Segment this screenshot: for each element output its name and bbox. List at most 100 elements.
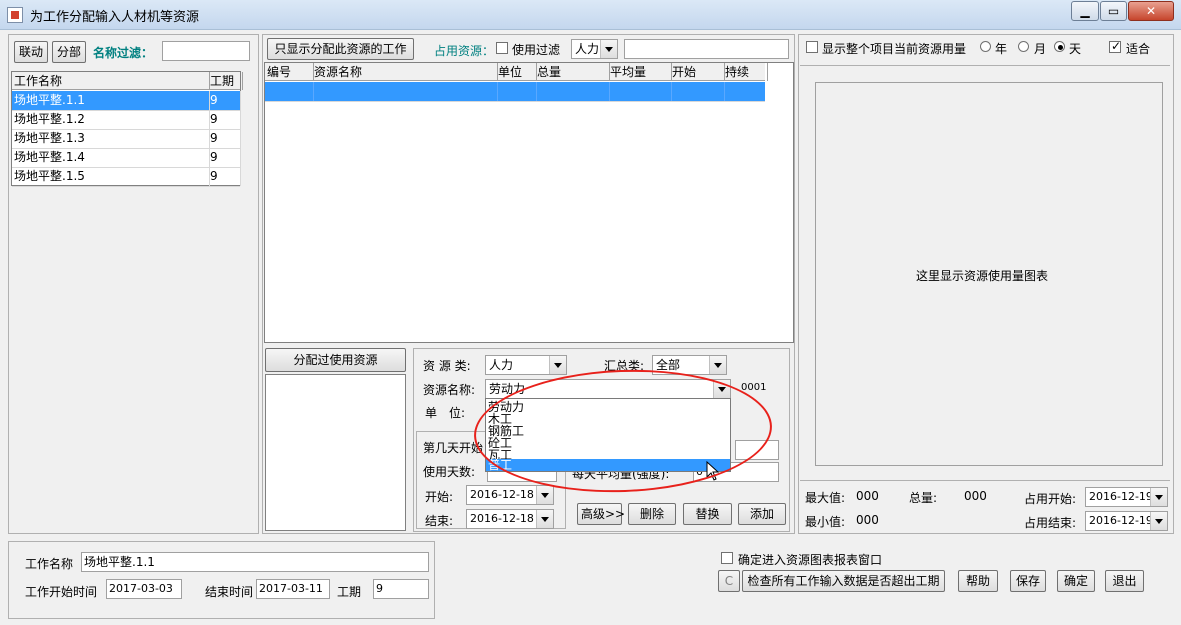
maximize-button[interactable]: ▭ <box>1100 1 1127 21</box>
show-whole-project-checkbox[interactable] <box>806 41 818 53</box>
table-row[interactable]: 场地平整.1.2 9 <box>12 110 241 130</box>
work-name-cell: 场地平整.1.1 <box>12 91 210 110</box>
work-name-cell: 场地平整.1.4 <box>12 148 210 167</box>
column-header-work-name[interactable]: 工作名称 <box>12 72 210 90</box>
work-list-header: 工作名称 工期 <box>12 72 243 90</box>
table-row[interactable] <box>265 82 765 102</box>
column-header-duration[interactable]: 持续 <box>723 63 768 81</box>
work-start-time-input[interactable]: 2017-03-03 <box>106 579 182 599</box>
work-name-cell: 场地平整.1.2 <box>12 110 210 129</box>
chevron-down-icon <box>536 510 553 528</box>
use-filter-label: 使用过滤 <box>512 43 561 57</box>
table-row[interactable]: 场地平整.1.3 9 <box>12 129 241 149</box>
occupy-end-date-picker[interactable]: 2016-12-19 <box>1085 511 1168 531</box>
help-button[interactable]: 帮助 <box>958 570 998 592</box>
min-value-label: 最小值: <box>805 515 846 529</box>
column-header-resource-name[interactable]: 资源名称 <box>312 63 498 81</box>
divider <box>800 480 1170 481</box>
ok-button[interactable]: 确定 <box>1057 570 1095 592</box>
chevron-down-icon <box>709 356 726 374</box>
grid-cell <box>608 82 672 101</box>
save-button[interactable]: 保存 <box>1010 570 1046 592</box>
work-name-input[interactable]: 场地平整.1.1 <box>81 552 429 572</box>
fit-checkbox[interactable] <box>1109 39 1121 53</box>
occupy-start-label: 占用开始: <box>1024 492 1077 506</box>
resource-type-filter-combo[interactable]: 人力 <box>571 39 618 59</box>
duration-input[interactable]: 9 <box>373 579 429 599</box>
start-label: 开始: <box>425 490 454 504</box>
chevron-down-icon <box>536 486 553 504</box>
duration-label: 工期 <box>337 585 362 599</box>
resource-type-label: 资 源 类: <box>423 359 471 373</box>
c-button[interactable]: C <box>718 570 740 592</box>
duration-cell: 9 <box>208 91 241 110</box>
table-row[interactable]: 场地平整.1.4 9 <box>12 148 241 168</box>
occupy-start-date-picker[interactable]: 2016-12-19 <box>1085 487 1168 507</box>
link-button[interactable]: 联动 <box>14 41 48 63</box>
column-header-code[interactable]: 编号 <box>265 63 314 81</box>
minimize-button[interactable]: ▁ <box>1071 1 1099 21</box>
grid-cell <box>265 82 314 101</box>
end-date-picker[interactable]: 2016-12-18 <box>466 509 554 529</box>
column-header-average[interactable]: 平均量 <box>608 63 672 81</box>
window-title: 为工作分配输入人材机等资源 <box>30 10 200 25</box>
column-header-unit[interactable]: 单位 <box>496 63 537 81</box>
table-row[interactable]: 场地平整.1.1 9 <box>12 91 241 111</box>
work-name-label: 工作名称 <box>25 557 74 571</box>
chevron-down-icon <box>1150 488 1167 506</box>
column-header-start[interactable]: 开始 <box>670 63 725 81</box>
combo-value: 2016-12-19 <box>1089 490 1153 503</box>
assigned-resources-list[interactable] <box>265 374 406 531</box>
start-date-picker[interactable]: 2016-12-18 <box>466 485 554 505</box>
combo-value: 2016-12-18 <box>470 512 534 525</box>
resource-filter-input[interactable] <box>624 39 789 59</box>
chart-placeholder-text: 这里显示资源使用量图表 <box>916 269 1049 283</box>
end-time-label: 结束时间 <box>205 585 254 599</box>
occupy-resource-label: 占用资源： <box>434 44 495 58</box>
table-row[interactable]: 场地平整.1.5 9 <box>12 167 241 187</box>
check-duration-button[interactable]: 检查所有工作输入数据是否超出工期 <box>742 570 945 592</box>
day-label: 天 <box>1069 42 1082 56</box>
column-header-total[interactable]: 总量 <box>535 63 610 81</box>
combo-value: 2016-12-18 <box>470 488 534 501</box>
work-name-cell: 场地平整.1.3 <box>12 129 210 148</box>
app-icon <box>7 7 23 23</box>
total-value: 000 <box>964 489 987 503</box>
advanced-button[interactable]: 高级>> <box>577 503 625 525</box>
exit-button[interactable]: 退出 <box>1105 570 1144 592</box>
enter-report-checkbox[interactable] <box>721 552 733 564</box>
replace-button[interactable]: 替换 <box>683 503 732 525</box>
grid-cell <box>535 82 610 101</box>
month-radio[interactable] <box>1018 41 1029 52</box>
combo-value: 人力 <box>575 42 600 56</box>
year-radio[interactable] <box>980 41 991 52</box>
unit-label: 单 位: <box>425 406 466 420</box>
max-value-label: 最大值: <box>805 491 846 505</box>
enter-report-label: 确定进入资源图表报表窗口 <box>738 553 883 567</box>
name-filter-label: 名称过滤： <box>93 46 154 60</box>
grid-cell <box>312 82 498 101</box>
split-button[interactable]: 分部 <box>52 41 86 63</box>
duration-cell: 9 <box>208 110 241 129</box>
name-filter-input[interactable] <box>162 41 250 61</box>
year-label: 年 <box>995 42 1008 56</box>
occupy-end-label: 占用结束: <box>1024 516 1077 530</box>
end-time-input[interactable]: 2017-03-11 <box>256 579 330 599</box>
day-radio[interactable] <box>1054 41 1065 52</box>
assigned-resources-header[interactable]: 分配过使用资源 <box>265 348 406 372</box>
use-days-label: 使用天数: <box>423 465 476 479</box>
resource-type-combo[interactable]: 人力 <box>485 355 567 375</box>
only-assigned-button[interactable]: 只显示分配此资源的工作 <box>267 38 414 60</box>
total-label: 总量: <box>909 491 938 505</box>
end-label: 结束: <box>425 514 454 528</box>
use-filter-checkbox[interactable] <box>496 42 508 54</box>
chevron-down-icon <box>549 356 566 374</box>
work-start-time-label: 工作开始时间 <box>25 585 98 599</box>
close-button[interactable]: ✕ <box>1128 1 1174 21</box>
delete-button[interactable]: 删除 <box>628 503 676 525</box>
combo-value: 2016-12-19 <box>1089 514 1153 527</box>
add-button[interactable]: 添加 <box>738 503 786 525</box>
resource-name-label: 资源名称: <box>423 383 476 397</box>
column-header-duration[interactable]: 工期 <box>208 72 243 90</box>
work-name-cell: 场地平整.1.5 <box>12 167 210 186</box>
